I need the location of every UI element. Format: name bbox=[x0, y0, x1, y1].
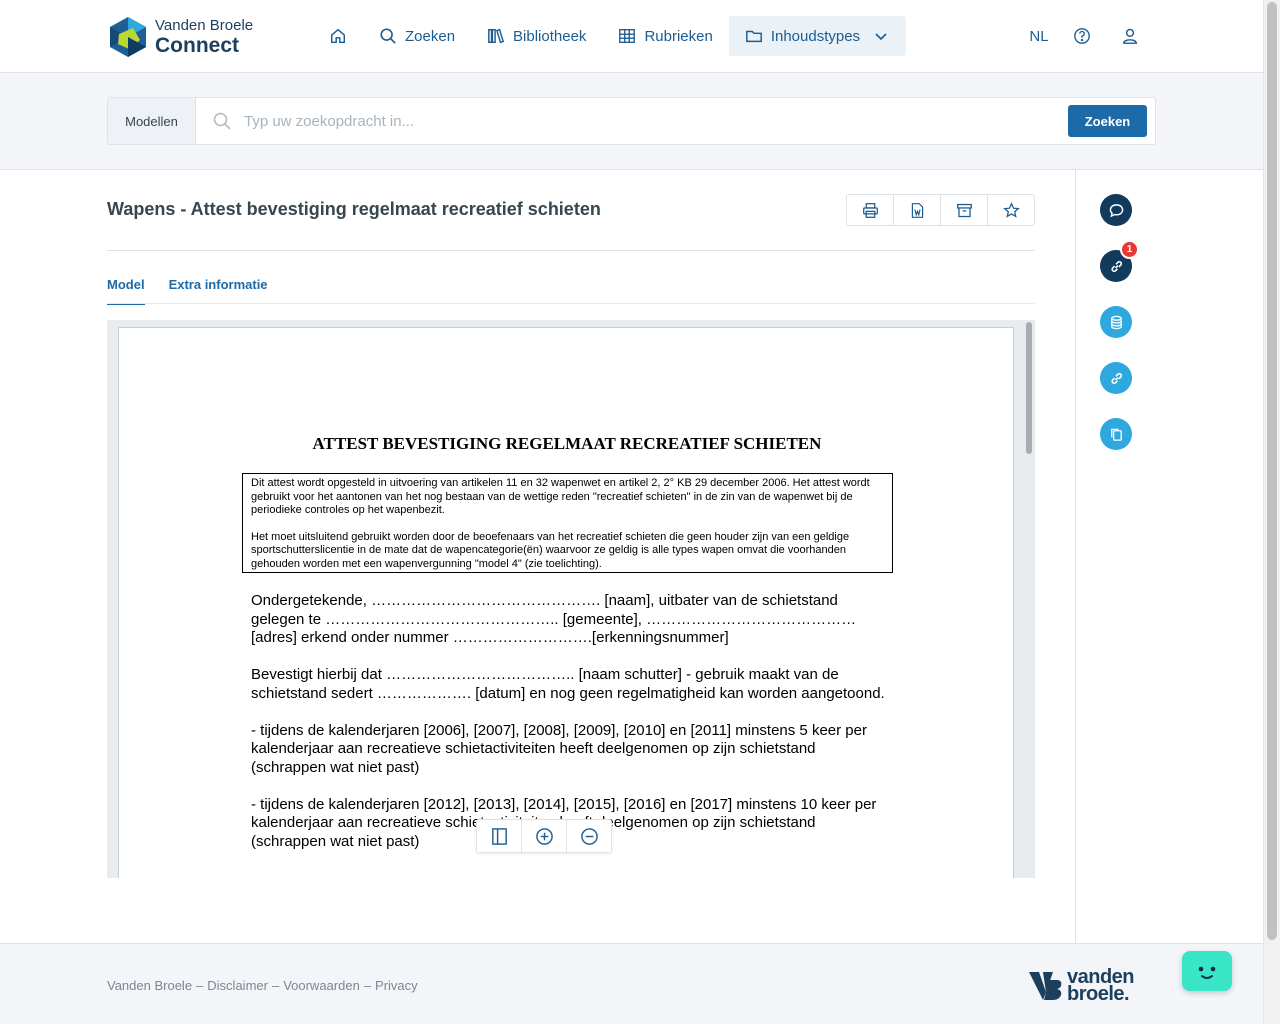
tab-model[interactable]: Model bbox=[107, 277, 145, 305]
nav-library[interactable]: Bibliotheek bbox=[471, 16, 602, 56]
library-icon bbox=[488, 28, 505, 44]
tabs-divider bbox=[107, 303, 1035, 304]
pdf-paragraph: Ondergetekende, ………………………………………. [naam],… bbox=[251, 592, 857, 646]
brand-top: Vanden Broele bbox=[155, 17, 254, 34]
account-button[interactable] bbox=[1106, 16, 1154, 56]
main-divider bbox=[1075, 170, 1076, 943]
footer-link-disclaimer[interactable]: Disclaimer bbox=[207, 978, 268, 993]
word-download-button[interactable] bbox=[894, 195, 941, 225]
footer-link-privacy[interactable]: Privacy bbox=[375, 978, 418, 993]
nav-sections-label: Rubrieken bbox=[644, 27, 713, 45]
chat-bot-button[interactable] bbox=[1182, 951, 1232, 991]
logo-mark-icon bbox=[110, 17, 146, 57]
main-nav: Zoeken Bibliotheek Rubrieken Inhoudstype… bbox=[313, 16, 906, 56]
viewer-scrollbar-thumb[interactable] bbox=[1026, 322, 1032, 454]
viewer-scrollbar[interactable] bbox=[1024, 320, 1035, 878]
pdf-intro-paragraph-1: Dit attest wordt opgesteld in uitvoering… bbox=[251, 477, 870, 516]
nav-search[interactable]: Zoeken bbox=[363, 16, 471, 56]
language-switch[interactable]: NL bbox=[1020, 28, 1058, 45]
copy-icon bbox=[1110, 428, 1122, 441]
pdf-heading: ATTEST BEVESTIGING REGELMAAT RECREATIEF … bbox=[312, 434, 822, 453]
search-field-icon bbox=[213, 112, 231, 130]
nav-search-label: Zoeken bbox=[405, 27, 456, 45]
search-icon bbox=[380, 28, 396, 44]
footer: Vanden Broele – Disclaimer – Voorwaarden… bbox=[0, 943, 1263, 1024]
grid-icon bbox=[619, 29, 636, 43]
search-input[interactable] bbox=[244, 112, 1054, 130]
footer-separator: – bbox=[196, 978, 204, 993]
copy-link-button[interactable] bbox=[1100, 362, 1132, 394]
archive-button[interactable] bbox=[941, 195, 988, 225]
comments-button[interactable] bbox=[1100, 194, 1132, 226]
nav-content-types[interactable]: Inhoudstypes bbox=[728, 16, 906, 56]
document-actions bbox=[846, 194, 1035, 226]
folder-icon bbox=[745, 30, 762, 43]
vanden-broele-logo[interactable]: vanden broele. bbox=[1029, 966, 1159, 1006]
word-file-icon bbox=[911, 202, 923, 218]
comment-icon bbox=[1109, 203, 1123, 217]
archive-icon bbox=[956, 203, 972, 217]
home-icon bbox=[330, 28, 346, 44]
page-scrollbar[interactable] bbox=[1263, 0, 1280, 1024]
star-icon bbox=[1002, 201, 1020, 218]
link-icon bbox=[1110, 372, 1122, 384]
pdf-page: ATTEST BEVESTIGING REGELMAAT RECREATIEF … bbox=[118, 327, 1014, 878]
help-button[interactable] bbox=[1058, 16, 1106, 56]
zoom-in-button[interactable] bbox=[522, 820, 567, 852]
chevron-down-icon bbox=[875, 33, 887, 41]
zoom-toolbar bbox=[476, 819, 612, 853]
zoom-in-icon bbox=[535, 827, 553, 845]
vb-logo-mark-icon bbox=[1029, 972, 1062, 1000]
nav-library-label: Bibliotheek bbox=[513, 27, 587, 45]
search-band: Modellen Zoeken bbox=[0, 73, 1263, 170]
nav-content-types-label: Inhoudstypes bbox=[770, 27, 861, 45]
printer-icon bbox=[862, 202, 878, 218]
tab-extra-info[interactable]: Extra informatie bbox=[169, 277, 268, 305]
footer-separator: – bbox=[363, 978, 372, 993]
pdf-paragraph: - tijdens de kalenderjaren [2006], [2007… bbox=[251, 721, 867, 776]
zoom-out-button[interactable] bbox=[567, 820, 611, 852]
links-count-badge: 1 bbox=[1120, 240, 1139, 259]
document-tabs: Model Extra informatie bbox=[107, 277, 292, 305]
brand-bottom: Connect bbox=[155, 34, 239, 57]
database-button[interactable] bbox=[1100, 306, 1132, 338]
page-scrollbar-thumb[interactable] bbox=[1267, 2, 1277, 940]
pdf-intro-paragraph-2: Het moet uitsluitend gebruikt worden doo… bbox=[251, 530, 850, 570]
zoom-out-icon bbox=[580, 827, 598, 845]
related-links-button[interactable]: 1 bbox=[1100, 240, 1139, 282]
search-button[interactable]: Zoeken bbox=[1068, 105, 1147, 137]
print-button[interactable] bbox=[847, 195, 894, 225]
footer-separator: – bbox=[271, 978, 280, 993]
link-icon bbox=[1110, 260, 1122, 272]
chatbot-face-icon bbox=[1198, 966, 1216, 979]
toggle-sidebar-button[interactable] bbox=[477, 820, 522, 852]
brand-logo[interactable]: Vanden Broele Connect bbox=[107, 15, 267, 59]
footer-link-vanden-broele[interactable]: Vanden Broele bbox=[107, 978, 192, 993]
footer-link-voorwaarden[interactable]: Voorwaarden bbox=[283, 978, 360, 993]
document-title: Wapens - Attest bevestiging regelmaat re… bbox=[107, 199, 601, 219]
search-box: Modellen Zoeken bbox=[107, 97, 1156, 145]
vb-logo-line2: broele. bbox=[1067, 983, 1130, 1005]
pdf-intro-box: Dit attest wordt opgesteld in uitvoering… bbox=[242, 473, 893, 573]
nav-sections[interactable]: Rubrieken bbox=[602, 16, 728, 56]
favorite-button[interactable] bbox=[988, 195, 1034, 225]
sidebar-toggle-icon bbox=[491, 827, 507, 845]
nav-home[interactable] bbox=[313, 16, 363, 56]
database-icon bbox=[1110, 315, 1122, 329]
pdf-paragraph: Bevestigt hierbij dat ……………………………….. [na… bbox=[251, 666, 885, 702]
help-icon bbox=[1074, 28, 1090, 44]
search-scope[interactable]: Modellen bbox=[108, 98, 196, 144]
footer-links: Vanden Broele – Disclaimer – Voorwaarden… bbox=[107, 978, 418, 993]
copy-button[interactable] bbox=[1100, 418, 1132, 450]
header-utilities: NL bbox=[1020, 16, 1154, 56]
title-divider bbox=[107, 250, 1035, 251]
document-viewer[interactable]: ATTEST BEVESTIGING REGELMAAT RECREATIEF … bbox=[107, 320, 1035, 878]
top-header: Vanden Broele Connect Zoeken Bibliotheek… bbox=[0, 0, 1263, 73]
user-icon bbox=[1122, 28, 1138, 44]
